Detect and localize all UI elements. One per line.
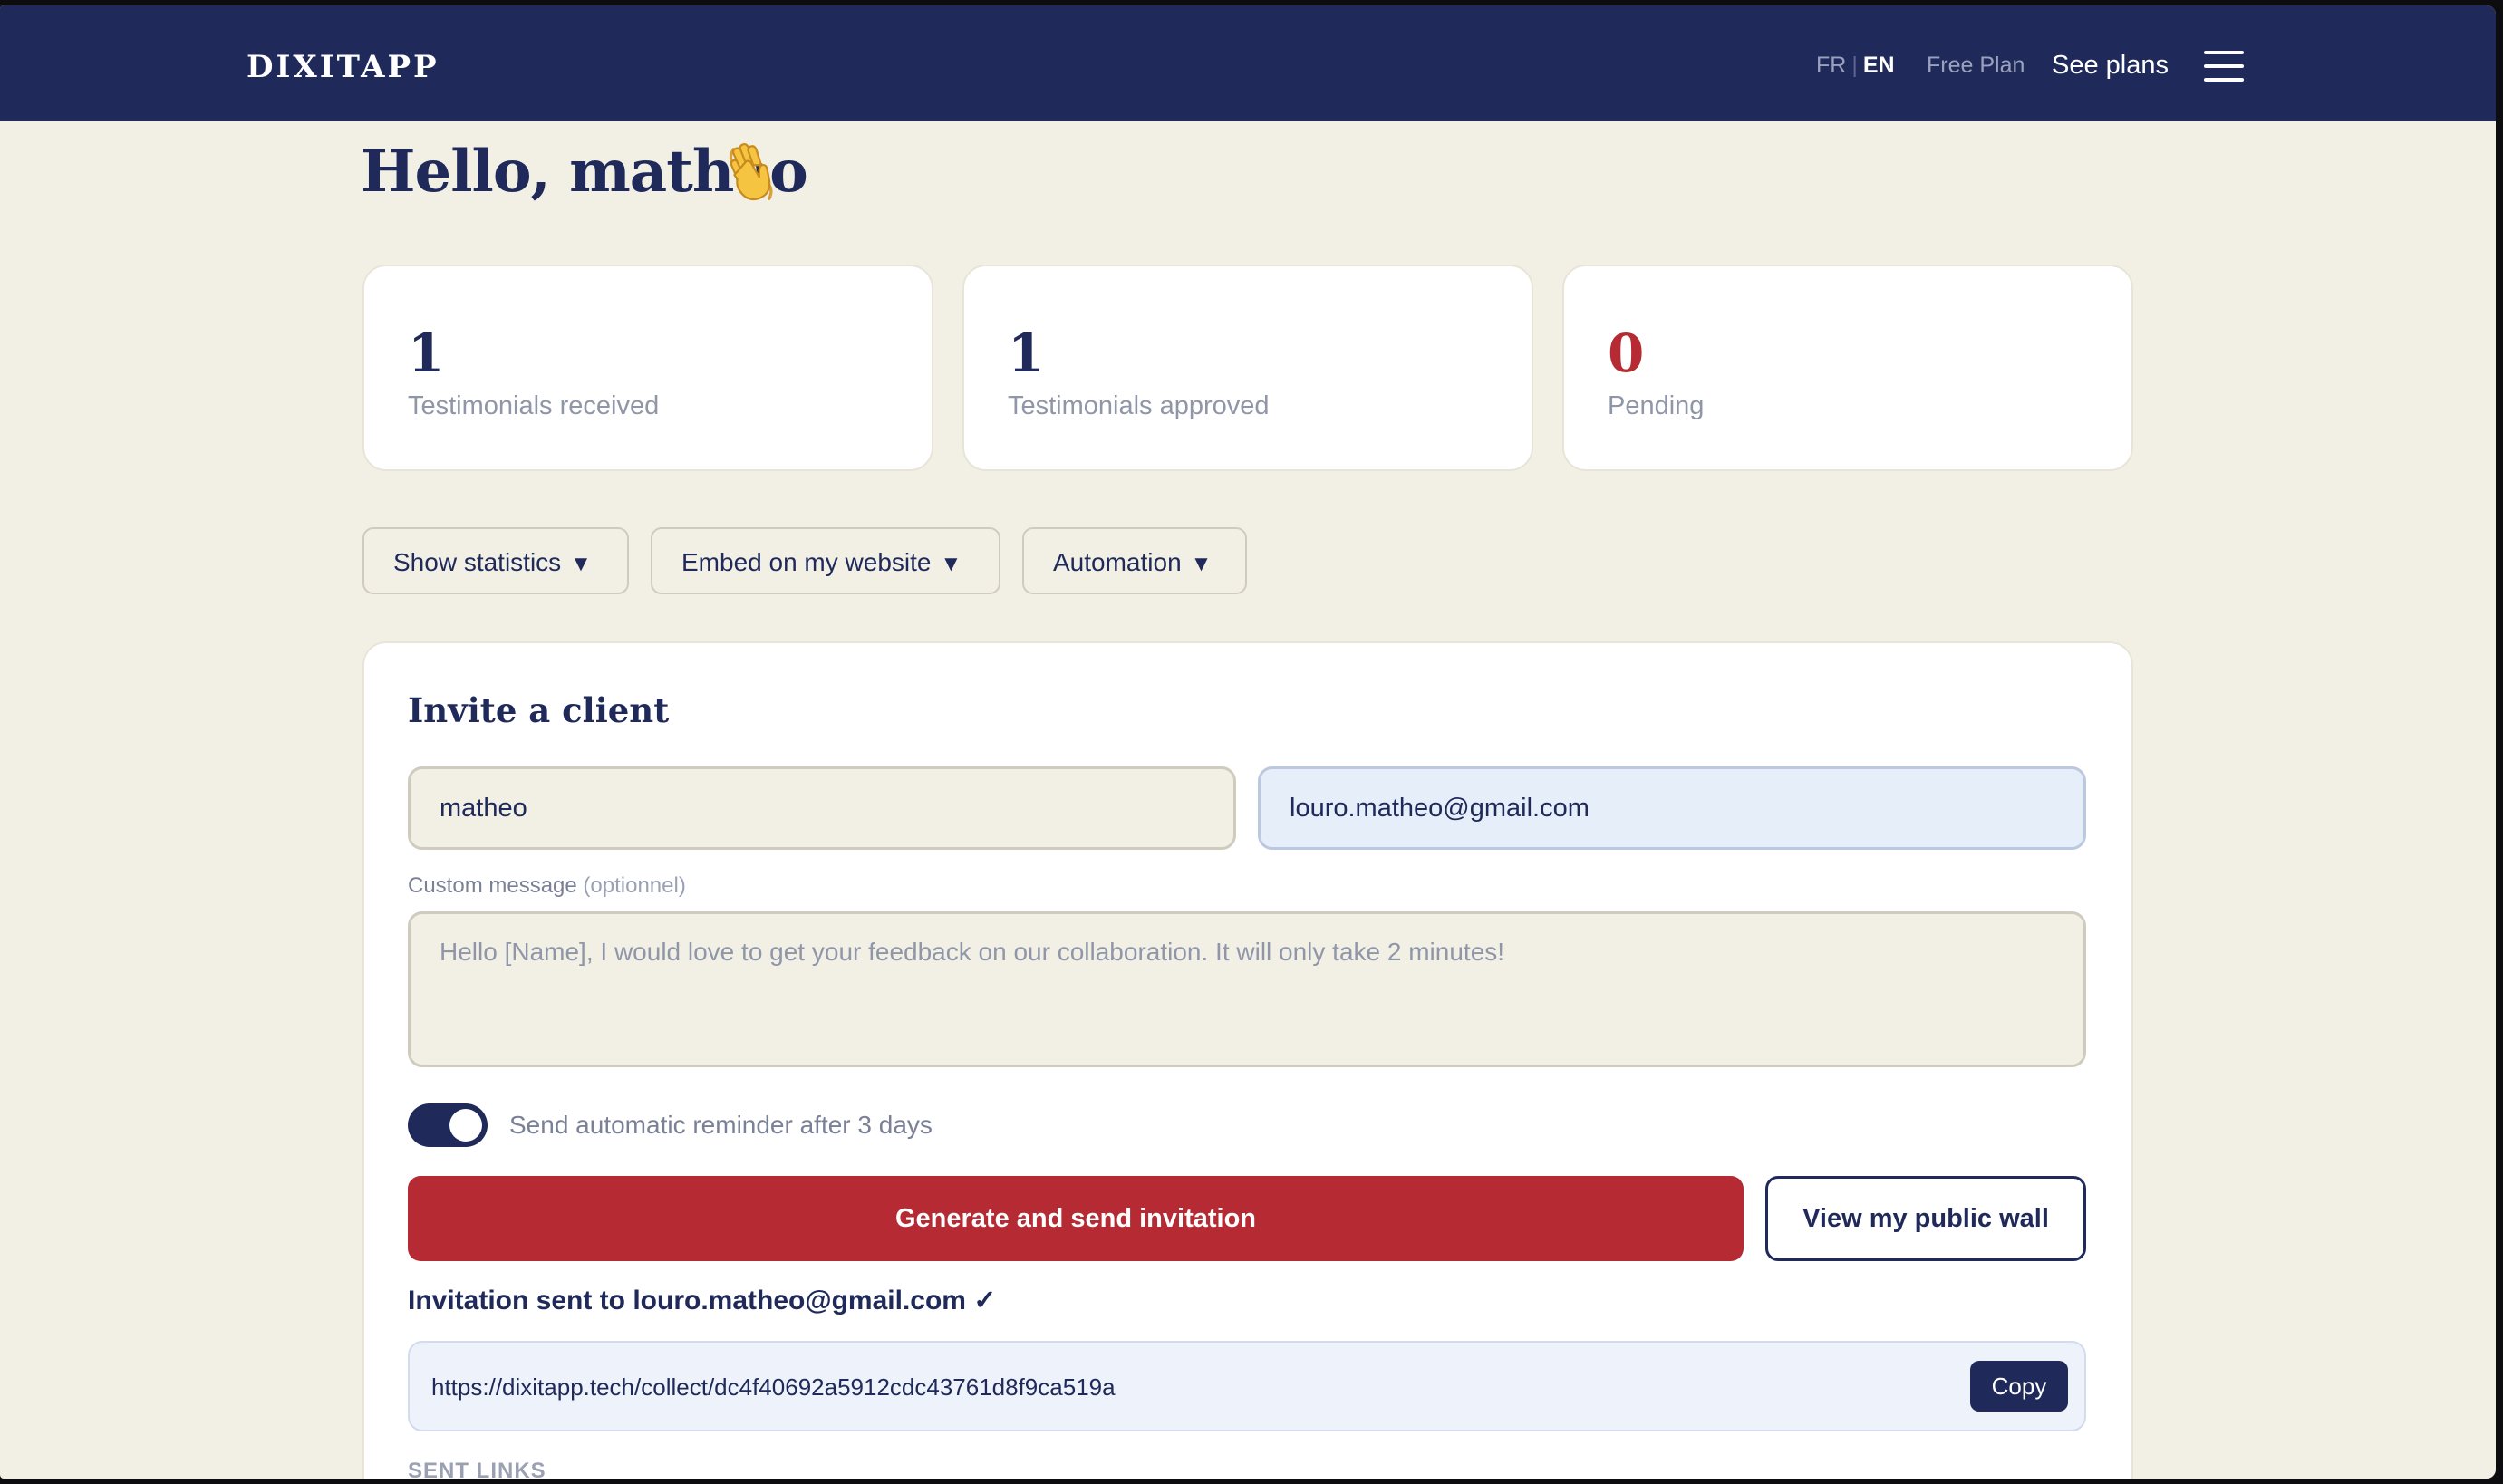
waving-hand-icon <box>729 142 773 201</box>
logo[interactable]: DIXITAPP <box>246 49 440 85</box>
stat-value: 0 <box>1608 323 1645 384</box>
client-name-input[interactable]: matheo <box>408 766 1236 850</box>
top-navbar: DIXITAPP FR | EN Free Plan See plans <box>0 5 2496 121</box>
invite-title: Invite a client <box>408 690 670 730</box>
stat-label: Testimonials approved <box>1008 391 1270 420</box>
generate-invitation-button[interactable]: Generate and send invitation <box>408 1176 1744 1261</box>
stat-label: Testimonials received <box>408 391 660 420</box>
view-public-wall-button[interactable]: View my public wall <box>1765 1176 2086 1261</box>
invitation-sent-message: Invitation sent to louro.matheo@gmail.co… <box>408 1286 997 1315</box>
invitation-link-url[interactable]: https://dixitapp.tech/collect/dc4f40692a… <box>431 1373 1116 1402</box>
caret-down-icon: ▼ <box>570 552 592 576</box>
app-screen: DIXITAPP FR | EN Free Plan See plans Hello… <box>0 5 2496 1479</box>
embed-website-button[interactable]: Embed on my website ▼ <box>651 527 1000 594</box>
custom-message-textarea[interactable]: Hello [Name], I would love to get your f… <box>408 911 2086 1067</box>
stat-value: 1 <box>408 323 445 384</box>
reminder-label: Send automatic reminder after 3 days <box>509 1111 933 1139</box>
reminder-toggle[interactable] <box>408 1103 488 1147</box>
custom-message-label: Custom message (optionnel) <box>408 873 686 899</box>
custom-message-label-text: Custom message <box>408 873 577 898</box>
optional-hint: (optionnel) <box>583 873 686 898</box>
plan-badge: Free Plan <box>1927 53 2025 78</box>
caret-down-icon: ▼ <box>1190 552 1213 576</box>
copy-link-button[interactable]: Copy <box>1970 1361 2068 1412</box>
see-plans-link[interactable]: See plans <box>2052 51 2169 81</box>
show-statistics-button[interactable]: Show statistics ▼ <box>362 527 629 594</box>
invite-client-card: Invite a client matheo louro.matheo@gmai… <box>362 641 2133 1479</box>
toggle-knob <box>449 1109 482 1142</box>
invitation-link-box: https://dixitapp.tech/collect/dc4f40692a… <box>408 1341 2086 1431</box>
hamburger-menu-icon[interactable] <box>2204 51 2244 82</box>
stat-card-approved: 1 Testimonials approved <box>962 265 1533 471</box>
caret-down-icon: ▼ <box>940 552 962 576</box>
automation-label: Automation <box>1053 548 1182 576</box>
stat-card-pending: 0 Pending <box>1562 265 2133 471</box>
lang-en[interactable]: EN <box>1863 53 1895 78</box>
stat-card-received: 1 Testimonials received <box>362 265 933 471</box>
language-switcher: FR | EN <box>1816 53 1895 79</box>
sent-links-heading: SENT LINKS <box>408 1459 546 1479</box>
stat-value: 1 <box>1008 323 1045 384</box>
stat-label: Pending <box>1608 391 1705 420</box>
embed-website-label: Embed on my website <box>681 548 932 576</box>
lang-fr[interactable]: FR <box>1816 53 1846 78</box>
client-email-input[interactable]: louro.matheo@gmail.com <box>1258 766 2086 850</box>
automation-button[interactable]: Automation ▼ <box>1022 527 1247 594</box>
lang-divider: | <box>1851 53 1858 78</box>
show-statistics-label: Show statistics <box>393 548 562 576</box>
